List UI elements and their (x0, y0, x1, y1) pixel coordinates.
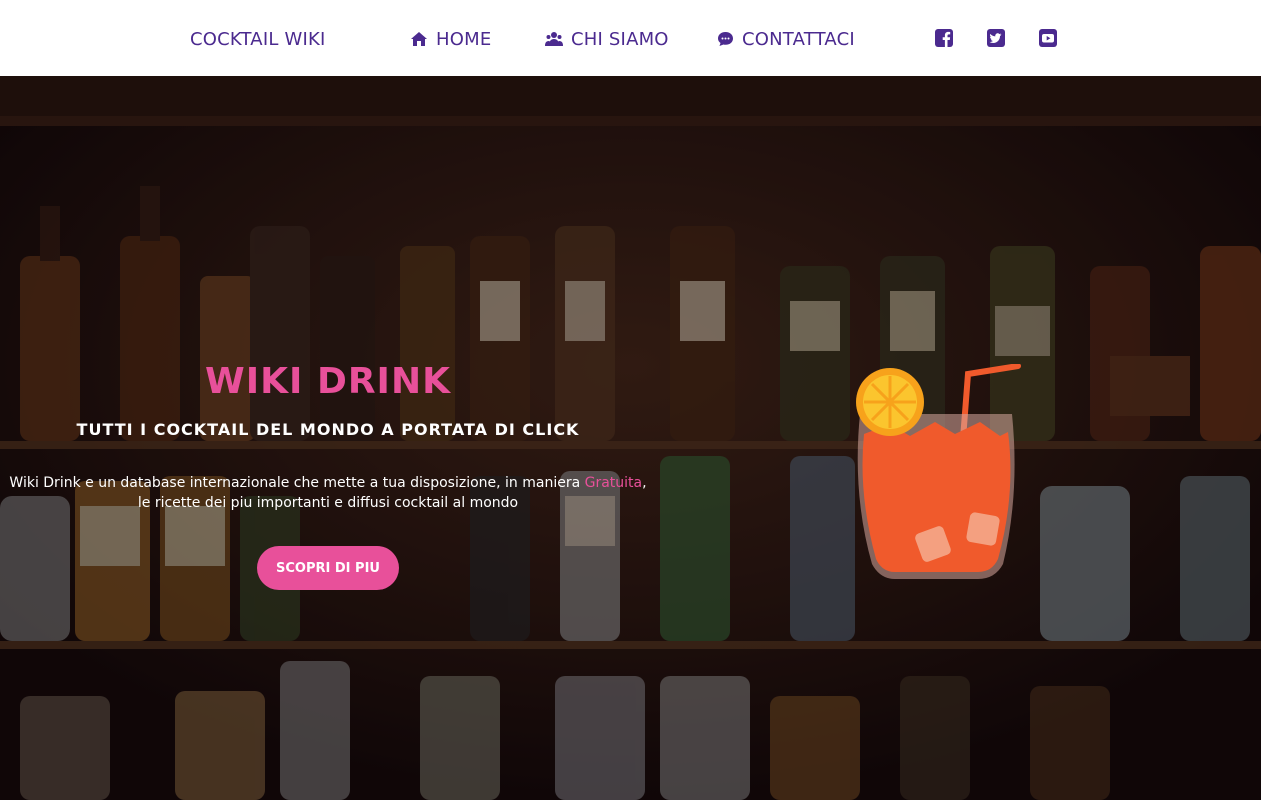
nav-home-label: HOME (436, 28, 492, 50)
users-icon (545, 32, 563, 46)
facebook-icon[interactable] (934, 28, 954, 48)
navbar: COCKTAIL WIKI HOME CHI SIAMO CONTATTACI (0, 0, 1261, 76)
nav-home[interactable]: HOME (410, 26, 491, 52)
nav-contattaci[interactable]: CONTATTACI (717, 26, 855, 52)
hero-section: WIKI DRINK TUTTI I COCKTAIL DEL MONDO A … (0, 76, 1261, 800)
hero-subtitle: TUTTI I COCKTAIL DEL MONDO A PORTATA DI … (76, 420, 580, 439)
home-icon (411, 32, 427, 46)
nav-contattaci-label: CONTATTACI (742, 28, 855, 50)
scopri-button[interactable]: SCOPRI DI PIU (257, 546, 399, 590)
twitter-icon[interactable] (986, 28, 1006, 48)
description-line2: le ricette dei piu importanti e diffusi … (137, 495, 519, 511)
chat-icon (718, 32, 733, 46)
nav-chi-siamo[interactable]: CHI SIAMO (545, 26, 669, 52)
cocktail-illustration (856, 364, 1021, 579)
hero-title: WIKI DRINK (205, 361, 451, 402)
description-highlight: Gratuita (584, 475, 643, 491)
hero-description: Wiki Drink e un database internazionale … (0, 473, 656, 513)
description-text: Wiki Drink e un database internazionale … (9, 475, 585, 491)
description-comma: , (642, 475, 647, 491)
brand-link[interactable]: COCKTAIL WIKI (190, 26, 326, 52)
youtube-icon[interactable] (1038, 28, 1058, 48)
nav-chi-siamo-label: CHI SIAMO (571, 28, 669, 50)
